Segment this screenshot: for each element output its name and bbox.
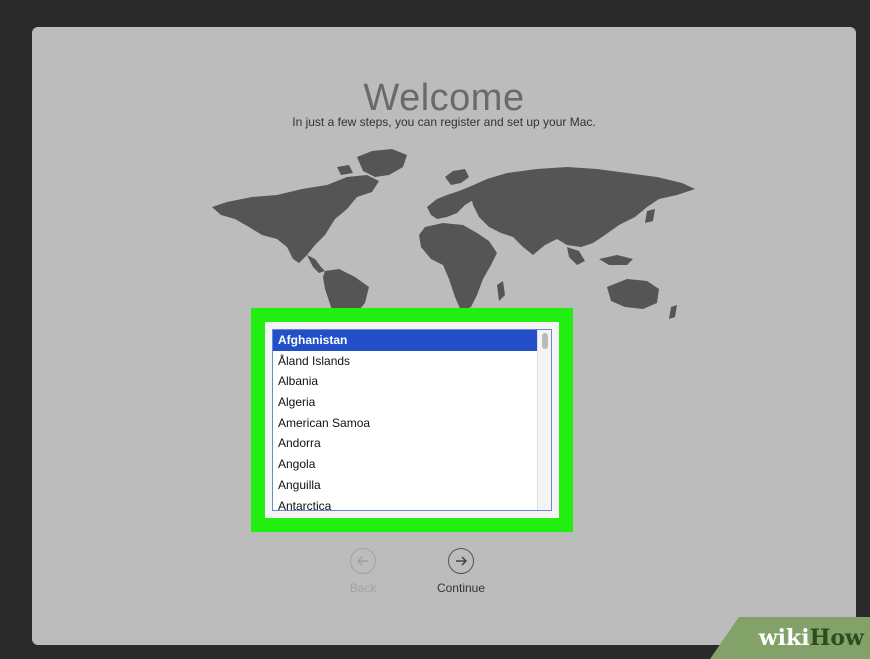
- country-item-anguilla[interactable]: Anguilla: [273, 475, 551, 496]
- forward-arrow-icon: [448, 548, 474, 574]
- country-item-aland-islands[interactable]: Åland Islands: [273, 351, 551, 372]
- page-title: Welcome: [363, 77, 525, 119]
- back-button[interactable]: Back: [333, 548, 393, 595]
- country-list[interactable]: Afghanistan Åland Islands Albania Algeri…: [272, 329, 552, 511]
- watermark-wiki: wiki: [758, 625, 810, 651]
- country-item-andorra[interactable]: Andorra: [273, 433, 551, 454]
- back-arrow-icon: [350, 548, 376, 574]
- scrollbar-thumb[interactable]: [542, 333, 548, 349]
- country-list-container: Afghanistan Åland Islands Albania Algeri…: [265, 322, 559, 518]
- continue-label: Continue: [436, 581, 486, 595]
- watermark-how: How: [809, 625, 864, 651]
- country-item-albania[interactable]: Albania: [273, 371, 551, 392]
- country-item-algeria[interactable]: Algeria: [273, 392, 551, 413]
- continue-button[interactable]: Continue: [431, 548, 491, 595]
- page-subtitle: In just a few steps, you can register an…: [292, 115, 596, 129]
- list-scrollbar[interactable]: [537, 330, 551, 510]
- country-list-highlight: Afghanistan Åland Islands Albania Algeri…: [251, 308, 573, 532]
- country-item-american-samoa[interactable]: American Samoa: [273, 413, 551, 434]
- country-item-antarctica[interactable]: Antarctica: [273, 496, 551, 511]
- country-item-afghanistan[interactable]: Afghanistan: [273, 330, 551, 351]
- country-item-angola[interactable]: Angola: [273, 454, 551, 475]
- back-label: Back: [349, 581, 377, 595]
